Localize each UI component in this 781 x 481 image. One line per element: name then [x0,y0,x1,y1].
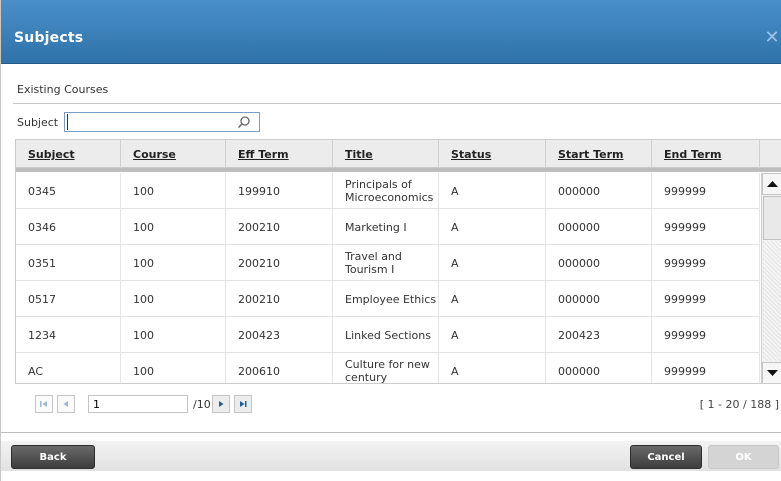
cell-status: A [439,245,546,281]
cell-title: Principals of Microeconomics [333,173,439,209]
cell-status: A [439,209,546,245]
previous-page-icon [63,401,68,407]
page-total: /10 [193,398,211,411]
scrollbar-track[interactable] [763,241,781,361]
cell-course: 100 [121,353,226,383]
cell-subject: 0345 [16,173,121,209]
ok-button[interactable]: OK [708,445,779,469]
scroll-down-button[interactable] [762,362,781,383]
triangle-down-icon [767,370,778,376]
cell-end-term: 999999 [652,209,760,245]
cell-status: A [439,281,546,317]
table-vertical-scrollbar[interactable] [761,173,781,383]
column-header-start-term[interactable]: Start Term [546,140,652,168]
record-range: [ 1 - 20 / 188 ] [699,398,779,411]
cell-end-term: 999999 [652,353,760,383]
page-number-input[interactable] [88,395,188,413]
cell-subject: 0351 [16,245,121,281]
first-page-icon [40,401,47,407]
dialog-title: Subjects [14,30,84,46]
last-page-icon [240,401,247,407]
column-header-status[interactable]: Status [439,140,546,168]
table-row[interactable]: 0351 100 200210 Travel and Tourism I A 0… [16,245,760,281]
next-page-icon [219,401,224,407]
cell-start-term: 000000 [546,281,652,317]
cell-status: A [439,353,546,383]
section-label: Existing Courses [17,83,109,96]
section-divider [13,103,781,104]
column-header-course[interactable]: Course [121,140,226,168]
subject-filter-box [64,112,260,132]
triangle-up-icon [767,181,778,187]
cell-title: Linked Sections [333,317,439,353]
cell-title: Employee Ethics [333,281,439,317]
cancel-button[interactable]: Cancel [630,445,702,469]
cell-start-term: 000000 [546,173,652,209]
table-header: Subject Course Eff Term Title Status Sta… [16,140,781,172]
cell-start-term: 000000 [546,353,652,383]
subjects-dialog: Subjects ✕ Existing Courses Subject Subj… [0,0,781,481]
cell-start-term: 200423 [546,317,652,353]
cell-eff-term: 200610 [226,353,333,383]
cell-eff-term: 199910 [226,173,333,209]
cell-subject: AC [16,353,121,383]
search-icon[interactable] [237,115,251,129]
cell-title: Travel and Tourism I [333,245,439,281]
cell-start-term: 000000 [546,245,652,281]
cell-status: A [439,317,546,353]
previous-page-button[interactable] [57,395,75,413]
last-page-button[interactable] [234,395,252,413]
cell-start-term: 000000 [546,209,652,245]
cell-subject: 1234 [16,317,121,353]
column-header-subject[interactable]: Subject [16,140,121,168]
cell-eff-term: 200210 [226,209,333,245]
cell-subject: 0346 [16,209,121,245]
scrollbar-thumb[interactable] [763,196,781,240]
cell-course: 100 [121,317,226,353]
cell-course: 100 [121,209,226,245]
table-row[interactable]: 0345 100 199910 Principals of Microecono… [16,173,760,209]
cell-title: Culture for new century [333,353,439,383]
cell-course: 100 [121,281,226,317]
cell-eff-term: 200210 [226,245,333,281]
cell-course: 100 [121,245,226,281]
subject-filter-label: Subject [17,116,59,129]
table-row[interactable]: 1234 100 200423 Linked Sections A 200423… [16,317,760,353]
cell-end-term: 999999 [652,173,760,209]
cell-title: Marketing I [333,209,439,245]
courses-table: Subject Course Eff Term Title Status Sta… [15,139,781,384]
pagination-bar: /10 [ 1 - 20 / 188 ] [15,395,781,421]
table-body: 0345 100 199910 Principals of Microecono… [16,173,760,383]
cell-end-term: 999999 [652,281,760,317]
close-icon[interactable]: ✕ [761,27,781,49]
next-page-button[interactable] [212,395,230,413]
column-header-end-term[interactable]: End Term [652,140,760,168]
dialog-titlebar: Subjects ✕ [1,0,781,64]
dialog-footer: Back Cancel OK [1,432,781,481]
column-header-title[interactable]: Title [333,140,439,168]
table-row[interactable]: 0346 100 200210 Marketing I A 000000 999… [16,209,760,245]
cell-end-term: 999999 [652,317,760,353]
cell-course: 100 [121,173,226,209]
table-row[interactable]: AC 100 200610 Culture for new century A … [16,353,760,383]
header-separator [16,168,781,172]
table-row[interactable]: 0517 100 200210 Employee Ethics A 000000… [16,281,760,317]
back-button[interactable]: Back [11,445,95,469]
cell-end-term: 999999 [652,245,760,281]
column-header-eff-term[interactable]: Eff Term [226,140,333,168]
first-page-button[interactable] [35,395,53,413]
cell-eff-term: 200423 [226,317,333,353]
cell-subject: 0517 [16,281,121,317]
scroll-up-button[interactable] [762,173,781,195]
subject-search-input[interactable] [67,114,227,130]
cell-eff-term: 200210 [226,281,333,317]
cell-status: A [439,173,546,209]
